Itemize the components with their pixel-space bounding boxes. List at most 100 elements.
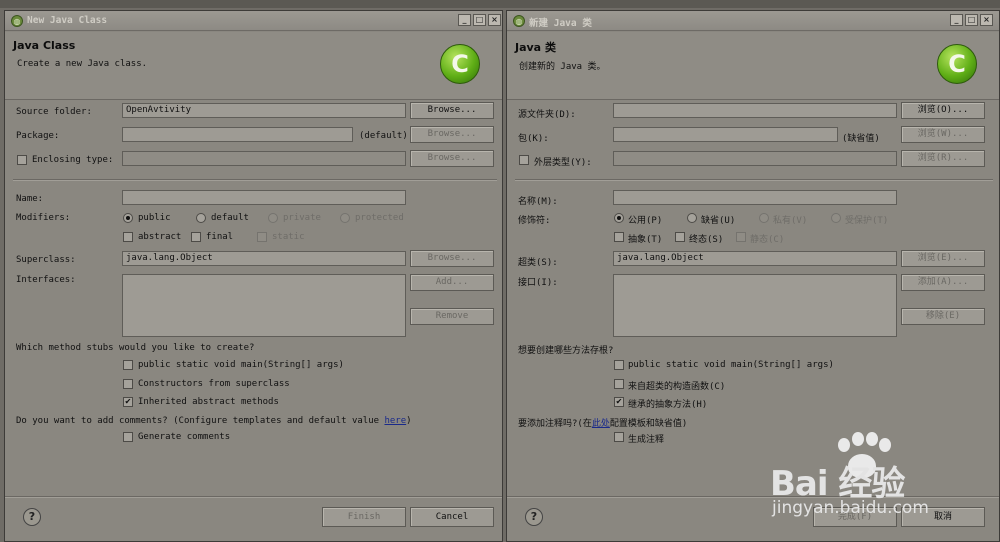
enclosing-type-input[interactable]	[613, 151, 897, 166]
maximize-icon[interactable]: □	[473, 14, 486, 26]
browse-superclass-button[interactable]: 浏览(E)...	[901, 250, 985, 267]
add-interface-button[interactable]: 添加(A)...	[901, 274, 985, 291]
stub-inherited-label: Inherited abstract methods	[138, 397, 279, 407]
comments-question-end: )	[406, 416, 412, 426]
close-icon[interactable]: ×	[980, 14, 993, 26]
comments-question-text: Do you want to add comments? (Configure …	[16, 416, 385, 426]
interfaces-label: 接口(I):	[518, 278, 558, 288]
cancel-button[interactable]: Cancel	[410, 507, 494, 527]
wizard-title: Java Class	[13, 39, 76, 52]
stub-main-checkbox[interactable]	[123, 360, 133, 370]
remove-interface-button[interactable]: 移除(E)	[901, 308, 985, 325]
package-input[interactable]	[122, 127, 353, 142]
title-bar: ◍ New Java Class _ □ ×	[5, 11, 502, 31]
finish-button[interactable]: Finish	[322, 507, 406, 527]
modifier-private-radio[interactable]	[268, 213, 278, 223]
stub-main-checkbox[interactable]	[614, 360, 624, 370]
browse-package-button[interactable]: Browse...	[410, 126, 494, 143]
modifier-final-checkbox[interactable]	[191, 232, 201, 242]
browse-source-folder-button[interactable]: Browse...	[410, 102, 494, 119]
modifier-public-radio[interactable]	[123, 213, 133, 223]
modifier-protected-radio[interactable]	[340, 213, 350, 223]
modifier-protected-label: 受保护(T)	[845, 216, 889, 226]
enclosing-type-label: 外层类型(Y):	[534, 158, 592, 168]
modifier-abstract-checkbox[interactable]	[614, 232, 624, 242]
modifier-final-checkbox[interactable]	[675, 232, 685, 242]
name-input[interactable]	[613, 190, 897, 205]
remove-interface-button[interactable]: Remove	[410, 308, 494, 325]
generate-comments-label: Generate comments	[138, 432, 231, 442]
configure-templates-link[interactable]: 此处	[592, 419, 610, 429]
source-folder-input[interactable]	[613, 103, 897, 118]
configure-templates-link[interactable]: here	[384, 416, 406, 426]
superclass-label: 超类(S):	[518, 258, 558, 268]
modifier-default-radio[interactable]	[196, 213, 206, 223]
modifier-public-radio[interactable]	[614, 213, 624, 223]
help-icon[interactable]: ?	[525, 508, 543, 526]
modifier-final-label: 终态(S)	[689, 235, 724, 245]
modifier-private-radio[interactable]	[759, 213, 769, 223]
method-stubs-question: Which method stubs would you like to cre…	[16, 343, 255, 353]
help-icon[interactable]: ?	[23, 508, 41, 526]
watermark-url: jingyan.baidu.com	[772, 498, 929, 518]
separator	[515, 179, 993, 181]
modifier-static-checkbox[interactable]	[257, 232, 267, 242]
eclipse-icon: ◍	[513, 15, 525, 27]
modifier-private-label: private	[283, 213, 321, 223]
java-class-logo-icon: C	[937, 44, 977, 84]
modifier-protected-radio[interactable]	[831, 213, 841, 223]
name-input[interactable]	[122, 190, 406, 205]
package-input[interactable]	[613, 127, 838, 142]
interfaces-list[interactable]	[122, 274, 406, 337]
browse-enclosing-button[interactable]: Browse...	[410, 150, 494, 167]
wizard-header: Java 类 创建新的 Java 类。 C	[507, 32, 999, 100]
stub-main-label: public static void main(String[] args)	[138, 360, 344, 370]
wizard-description: Create a new Java class.	[17, 59, 148, 69]
generate-comments-checkbox[interactable]	[123, 432, 133, 442]
enclosing-type-input[interactable]	[122, 151, 406, 166]
source-folder-input[interactable]: OpenAvtivity	[122, 103, 406, 118]
superclass-label: Superclass:	[16, 255, 76, 265]
separator	[13, 179, 497, 181]
enclosing-type-checkbox[interactable]	[17, 155, 27, 165]
interfaces-list[interactable]	[613, 274, 897, 337]
browse-source-folder-button[interactable]: 浏览(O)...	[901, 102, 985, 119]
generate-comments-label: 生成注释	[628, 435, 665, 445]
superclass-input[interactable]: java.lang.Object	[613, 251, 897, 266]
add-interface-button[interactable]: Add...	[410, 274, 494, 291]
close-icon[interactable]: ×	[488, 14, 501, 26]
stub-inherited-checkbox[interactable]: ✔	[123, 397, 133, 407]
modifiers-label: 修饰符:	[518, 216, 551, 226]
stub-constructors-checkbox[interactable]	[123, 379, 133, 389]
maximize-icon[interactable]: □	[965, 14, 978, 26]
minimize-icon[interactable]: _	[950, 14, 963, 26]
package-label: 包(K):	[518, 134, 549, 144]
modifiers-label: Modifiers:	[16, 213, 71, 223]
package-label: Package:	[16, 131, 60, 141]
source-folder-label: Source folder:	[16, 107, 92, 117]
minimize-icon[interactable]: _	[458, 14, 471, 26]
browse-enclosing-button[interactable]: 浏览(R)...	[901, 150, 985, 167]
superclass-input[interactable]: java.lang.Object	[122, 251, 406, 266]
modifier-default-radio[interactable]	[687, 213, 697, 223]
stub-constructors-checkbox[interactable]	[614, 379, 624, 389]
comments-question: Do you want to add comments? (Configure …	[16, 416, 412, 426]
modifier-private-label: 私有(V)	[773, 216, 808, 226]
title-bar: ◍ 新建 Java 类 _ □ ×	[507, 11, 999, 31]
java-class-logo-icon: C	[440, 44, 480, 84]
modifier-protected-label: protected	[355, 213, 404, 223]
window-title: New Java Class	[27, 15, 108, 26]
baidu-watermark: Bai 经验 jingyan.baidu.com	[770, 432, 1000, 542]
name-label: 名称(M):	[518, 197, 558, 207]
enclosing-type-checkbox[interactable]	[519, 155, 529, 165]
browse-superclass-button[interactable]: Browse...	[410, 250, 494, 267]
new-java-class-dialog-english: ◍ New Java Class _ □ × Java Class Create…	[4, 10, 503, 542]
browse-package-button[interactable]: 浏览(W)...	[901, 126, 985, 143]
generate-comments-checkbox[interactable]	[614, 432, 624, 442]
stub-main-label: public static void main(String[] args)	[628, 360, 834, 370]
stub-inherited-checkbox[interactable]: ✔	[614, 397, 624, 407]
modifier-static-checkbox[interactable]	[736, 232, 746, 242]
eclipse-icon: ◍	[11, 15, 23, 27]
modifier-abstract-checkbox[interactable]	[123, 232, 133, 242]
comments-question: 要添加注释吗?(在此处配置模板和缺省值)	[518, 416, 687, 429]
